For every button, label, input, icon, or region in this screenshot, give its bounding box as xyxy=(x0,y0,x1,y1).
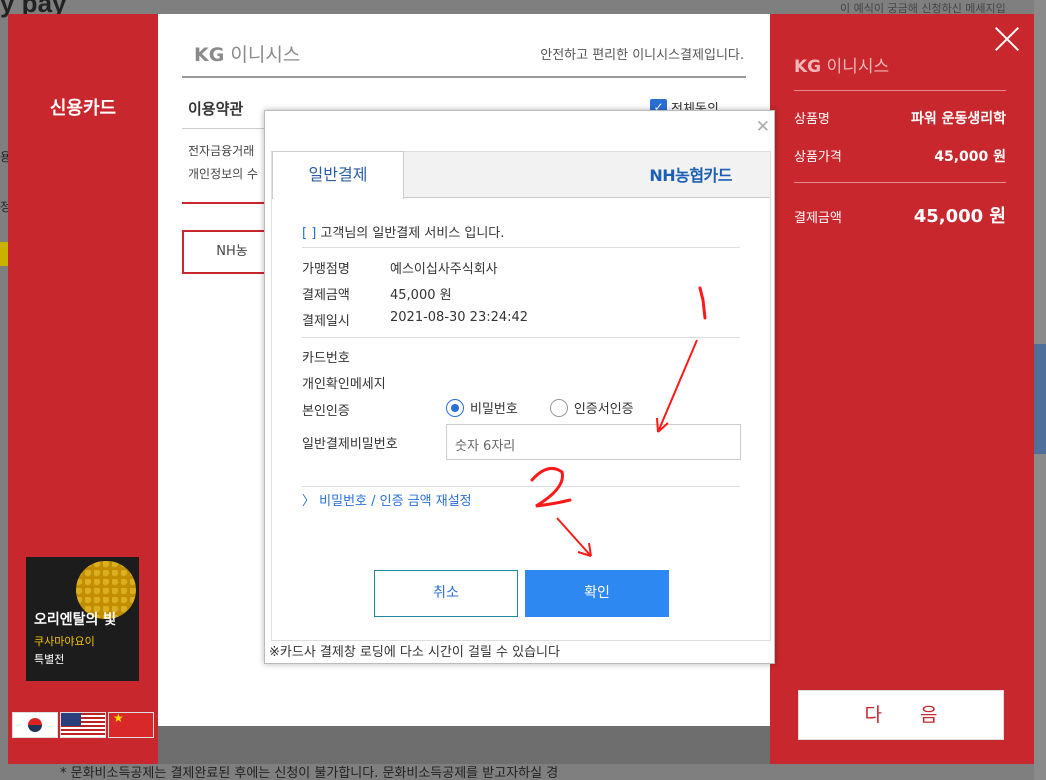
card-auth-popup: ✕ 일반결제 NH농협카드 [ ] 고객님의 일반결제 서비스 입니다. 가맹점… xyxy=(264,110,775,664)
datetime-label: 결제일시 xyxy=(302,314,350,329)
popup-close-icon[interactable]: ✕ xyxy=(756,117,770,137)
payment-method-title: 신용카드 xyxy=(49,98,117,119)
merchant-label: 가맹점명 xyxy=(302,262,350,277)
merchant-value: 예스이십사주식회사 xyxy=(390,262,498,277)
cn-flag-icon[interactable] xyxy=(108,712,154,738)
promo-line1: 오리엔탈의 빛 xyxy=(34,612,117,628)
product-name-value: 파워 운동생리학 xyxy=(910,111,1006,127)
order-summary-panel: KG 이니시스 상품명 파워 운동생리학 상품가격 45,000 원 결제금액 … xyxy=(770,14,1034,764)
product-price-label: 상품가격 xyxy=(794,150,842,165)
confirm-button[interactable]: 확인 xyxy=(525,570,669,617)
datetime-row: 결제일시 2021-08-30 23:24:42 xyxy=(302,310,528,329)
amount-row: 결제금액 45,000 원 xyxy=(302,284,452,303)
card-number-label: 카드번호 xyxy=(302,351,350,366)
terms-title: 이용약관 xyxy=(188,100,244,118)
total-value: 45,000 원 xyxy=(913,206,1006,227)
radio-certificate-label: 인증서인증 xyxy=(573,402,634,417)
background-header: y pay xyxy=(0,0,160,18)
product-price-value: 45,000 원 xyxy=(934,149,1006,165)
divider xyxy=(302,486,740,487)
main-subtitle: 안전하고 편리한 이니시스결제입니다. xyxy=(540,48,744,63)
background-top-right-text: 이 예식이 궁금해 신청하신 메세지입 xyxy=(840,2,1006,14)
auth-label: 본인인증 xyxy=(302,404,350,419)
divider xyxy=(302,247,740,248)
popup-body: 일반결제 NH농협카드 [ ] 고객님의 일반결제 서비스 입니다. 가맹점명 … xyxy=(271,151,771,641)
nh-card-logo: NH농협카드 xyxy=(649,166,732,185)
promo-line2: 쿠사마야요이 xyxy=(34,635,95,648)
greeting-text: 고객님의 일반결제 서비스 입니다. xyxy=(316,226,505,241)
tab-general-payment[interactable]: 일반결제 xyxy=(272,151,404,199)
background-yellow-block xyxy=(0,242,8,266)
promo-line3: 특별전 xyxy=(34,653,65,666)
kg-inicis-logo: KG 이니시스 xyxy=(194,44,301,66)
promo-banner[interactable]: 오리엔탈의 빛 쿠사마야요이 특별전 xyxy=(26,557,139,681)
chevron-right-icon: 〉 xyxy=(302,494,316,509)
product-name-label: 상품명 xyxy=(794,112,830,127)
reset-password-link[interactable]: 〉 비밀번호 / 인증 금액 재설정 xyxy=(302,490,472,509)
us-flag-icon[interactable] xyxy=(60,712,106,738)
pw-label: 일반결제비밀번호 xyxy=(302,437,398,452)
main-panel-footer xyxy=(158,726,770,764)
kg-inicis-logo: KG 이니시스 xyxy=(794,57,890,77)
close-icon[interactable] xyxy=(992,24,1022,54)
kr-flag-icon[interactable] xyxy=(12,712,58,738)
divider xyxy=(302,337,740,338)
password-input[interactable]: 숫자 6자리 xyxy=(446,424,741,460)
background-blue-block xyxy=(1034,344,1046,454)
product-price-row: 상품가격 45,000 원 xyxy=(794,146,1006,166)
auth-method-group: 비밀번호 인증서인증 xyxy=(446,398,634,417)
divider xyxy=(794,90,1006,91)
terms-item-1[interactable]: 전자금융거래 xyxy=(188,142,254,159)
popup-tabbar: 일반결제 NH농협카드 xyxy=(272,151,770,199)
product-name-row: 상품명 파워 운동생리학 xyxy=(794,108,1006,128)
next-button[interactable]: 다 음 xyxy=(798,690,1004,740)
divider xyxy=(794,182,1006,183)
language-flags xyxy=(12,712,154,738)
personal-msg-label: 개인확인메세지 xyxy=(302,377,386,392)
amount-label: 결제금액 xyxy=(302,288,350,303)
total-row: 결제금액 45,000 원 xyxy=(794,202,1006,228)
divider xyxy=(182,76,746,78)
total-label: 결제금액 xyxy=(794,211,842,226)
greeting: [ ] 고객님의 일반결제 서비스 입니다. xyxy=(302,222,504,241)
reset-link-label: 비밀번호 / 인증 금액 재설정 xyxy=(319,494,472,509)
cancel-button[interactable]: 취소 xyxy=(374,570,518,617)
datetime-value: 2021-08-30 23:24:42 xyxy=(390,310,529,325)
radio-password-label: 비밀번호 xyxy=(470,402,518,417)
terms-item-2[interactable]: 개인정보의 수 xyxy=(188,165,258,182)
payment-method-panel: 신용카드 오리엔탈의 빛 쿠사마야요이 특별전 xyxy=(8,14,158,764)
radio-certificate[interactable] xyxy=(549,398,568,417)
amount-value: 45,000 원 xyxy=(390,288,452,303)
background-footer-note: * 문화비소득공제는 결제완료된 후에는 신청이 불가합니다. 문화비소득공제를… xyxy=(60,766,559,780)
loading-note: ※카드사 결제창 로딩에 다소 시간이 걸릴 수 있습니다 xyxy=(269,645,560,660)
merchant-row: 가맹점명 예스이십사주식회사 xyxy=(302,258,498,277)
radio-password[interactable] xyxy=(446,398,464,417)
customer-name-bracket: [ ] xyxy=(302,226,317,241)
